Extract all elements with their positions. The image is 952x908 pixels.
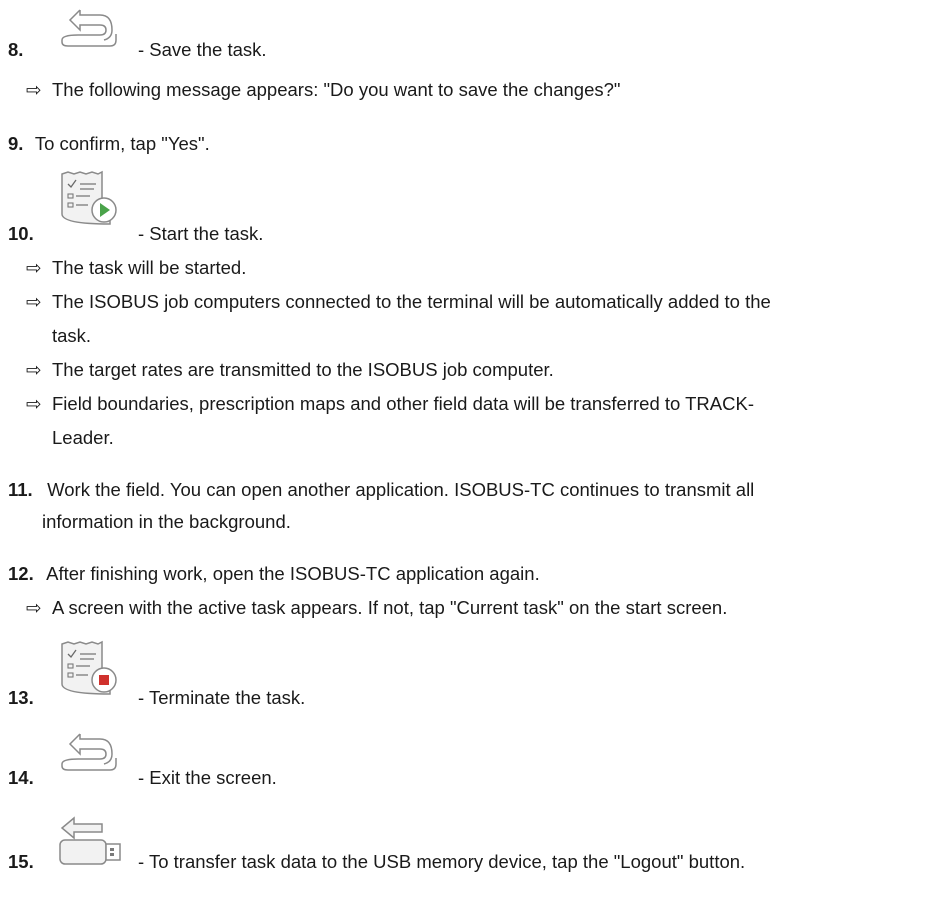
- step-number: 8.: [8, 39, 24, 60]
- result-text: The ISOBUS job computers connected to th…: [52, 291, 771, 312]
- step-number: 14.: [8, 767, 34, 788]
- result-item: ⇨ The target rates are transmitted to th…: [26, 358, 946, 382]
- step-text: - Save the task.: [138, 39, 267, 60]
- result-text: Field boundaries, prescription maps and …: [52, 393, 754, 414]
- result-text: task.: [52, 325, 92, 346]
- result-item: ⇨ The task will be started.: [26, 256, 946, 280]
- result-text-continuation: Leader.: [26, 426, 946, 450]
- result-arrow-icon: ⇨: [26, 393, 42, 414]
- result-arrow-icon: ⇨: [26, 291, 42, 312]
- result-text: A screen with the active task appears. I…: [52, 597, 728, 618]
- step-text: - Exit the screen.: [138, 767, 277, 788]
- result-text-continuation: task.: [26, 324, 946, 348]
- result-text: Leader.: [52, 427, 114, 448]
- step-text: - Terminate the task.: [138, 687, 306, 708]
- result-item: ⇨ The ISOBUS job computers connected to …: [26, 290, 946, 314]
- step-text-continuation: information in the background.: [42, 511, 291, 532]
- step-number: 9.: [8, 133, 24, 154]
- step-text: Work the field. You can open another app…: [47, 479, 755, 500]
- step-text: To confirm, tap "Yes".: [34, 133, 210, 154]
- result-text: The following message appears: "Do you w…: [52, 79, 621, 100]
- step-number: 12.: [8, 563, 34, 584]
- result-arrow-icon: ⇨: [26, 359, 42, 380]
- step-text: After finishing work, open the ISOBUS-TC…: [46, 563, 540, 584]
- result-arrow-icon: ⇨: [26, 257, 42, 278]
- step-text: - Start the task.: [138, 223, 264, 244]
- result-arrow-icon: ⇨: [26, 79, 42, 100]
- step-text: - To transfer task data to the USB memor…: [138, 851, 746, 872]
- step-number: 13.: [8, 687, 34, 708]
- result-item: ⇨ A screen with the active task appears.…: [26, 596, 946, 620]
- result-arrow-icon: ⇨: [26, 597, 42, 618]
- result-item: ⇨ Field boundaries, prescription maps an…: [26, 392, 946, 416]
- step-number: 10.: [8, 223, 34, 244]
- result-item: ⇨ The following message appears: "Do you…: [26, 78, 946, 102]
- step-number: 15.: [8, 851, 34, 872]
- step-9: 9. To confirm, tap "Yes".: [8, 132, 944, 156]
- step-number: 11.: [8, 479, 33, 500]
- result-text: The target rates are transmitted to the …: [52, 359, 554, 380]
- result-text: The task will be started.: [52, 257, 247, 278]
- start-task-icon: [60, 170, 120, 226]
